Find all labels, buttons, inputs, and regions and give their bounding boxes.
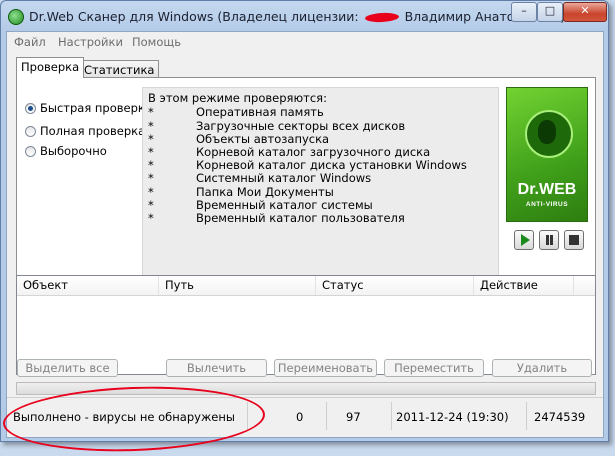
minimize-button[interactable]: – — [511, 2, 537, 22]
status-divider — [326, 402, 327, 430]
scan-tab-panel: Быстрая проверка Полная проверка Выбороч… — [16, 77, 596, 292]
status-checked-count: 97 — [346, 410, 361, 424]
results-list-header: Объект Путь Статус Действие — [17, 276, 595, 296]
title-text-start: Dr.Web Сканер для Windows (Владелец лице… — [29, 9, 359, 24]
cure-button[interactable]: Вылечить — [166, 359, 267, 377]
menu-settings[interactable]: Настройки — [58, 35, 123, 49]
rename-button[interactable]: Переименовать — [274, 359, 377, 377]
scan-progress-bar — [16, 382, 596, 395]
menu-help[interactable]: Помощь — [132, 35, 181, 49]
scope-item: Оперативная память — [196, 105, 324, 119]
app-window: Dr.Web Сканер для Windows (Владелец лице… — [0, 0, 609, 456]
logo-text: Dr.WEB — [517, 181, 577, 198]
column-path[interactable]: Путь — [159, 276, 316, 295]
radio-full-scan[interactable]: Полная проверка — [25, 124, 145, 138]
client-area: Файл Настройки Помощь Проверка Статистик… — [1, 31, 604, 456]
start-scan-button[interactable] — [514, 230, 534, 250]
window-title: Dr.Web Сканер для Windows (Владелец лице… — [29, 9, 565, 24]
bullet: * — [148, 158, 154, 172]
scope-item: Папка Мои Документы — [196, 185, 334, 199]
bullet: * — [148, 132, 154, 146]
bullet: * — [148, 198, 154, 212]
scope-item: Загрузочные секторы всех дисков — [196, 119, 406, 133]
tab-scan[interactable]: Проверка — [16, 57, 85, 78]
status-divider — [247, 402, 248, 430]
delete-button[interactable]: Удалить — [492, 359, 592, 377]
bullet: * — [148, 185, 154, 199]
scope-item: Временный каталог пользователя — [196, 211, 405, 225]
column-object[interactable]: Объект — [17, 276, 159, 295]
move-button[interactable]: Переместить — [384, 359, 484, 377]
scope-item: Системный каталог Windows — [196, 171, 372, 185]
column-action[interactable]: Действие — [474, 276, 574, 295]
radio-label: Полная проверка — [40, 124, 146, 138]
radio-selected-icon — [25, 103, 36, 114]
logo-subtext: ANTI-VIRUS — [525, 201, 569, 208]
scan-scope-box: В этом режиме проверяются: * Оперативная … — [142, 87, 499, 284]
status-message: Выполнено - вирусы не обнаружены — [13, 410, 235, 424]
radio-label: Быстрая проверка — [40, 101, 152, 115]
bullet: * — [148, 105, 154, 119]
status-bar: Выполнено - вирусы не обнаружены 0 97 20… — [7, 397, 603, 436]
tab-statistics[interactable]: Статистика — [79, 60, 160, 78]
status-bases-count: 2474539 — [534, 410, 586, 424]
menu-bar: Файл Настройки Помощь — [7, 32, 603, 51]
stop-scan-button[interactable] — [564, 230, 584, 250]
radio-label: Выборочно — [40, 144, 107, 158]
status-found-count: 0 — [296, 410, 304, 424]
close-button[interactable]: ✕ — [563, 2, 607, 22]
maximize-button[interactable]: □ — [537, 2, 563, 22]
bullet: * — [148, 145, 154, 159]
redaction-mark — [364, 12, 399, 23]
select-all-button[interactable]: Выделить все — [17, 359, 118, 377]
status-divider — [391, 402, 392, 430]
title-bar[interactable]: Dr.Web Сканер для Windows (Владелец лице… — [1, 1, 608, 31]
scope-item: Временный каталог системы — [196, 198, 373, 212]
spider-icon — [525, 110, 573, 158]
scope-item: Корневой каталог загрузочного диска — [196, 145, 431, 159]
radio-empty-icon — [25, 126, 36, 137]
radio-custom-scan[interactable]: Выборочно — [25, 144, 107, 158]
scope-item: Корневой каталог диска установки Windows — [196, 158, 467, 172]
scan-scope-heading: В этом режиме проверяются: — [148, 91, 327, 105]
drweb-logo: Dr.WEB ANTI-VIRUS — [506, 87, 588, 222]
pause-scan-button[interactable] — [539, 230, 559, 250]
column-status[interactable]: Статус — [316, 276, 474, 295]
scope-item: Объекты автозапуска — [196, 132, 330, 146]
drweb-app-icon — [8, 9, 24, 25]
bullet: * — [148, 171, 154, 185]
bullet: * — [148, 119, 154, 133]
radio-empty-icon — [25, 146, 36, 157]
menu-file[interactable]: Файл — [14, 35, 46, 49]
bullet: * — [148, 211, 154, 225]
status-datetime: 2011-12-24 (19:30) — [396, 410, 509, 424]
status-divider — [526, 402, 527, 430]
radio-quick-scan[interactable]: Быстрая проверка — [25, 101, 152, 115]
